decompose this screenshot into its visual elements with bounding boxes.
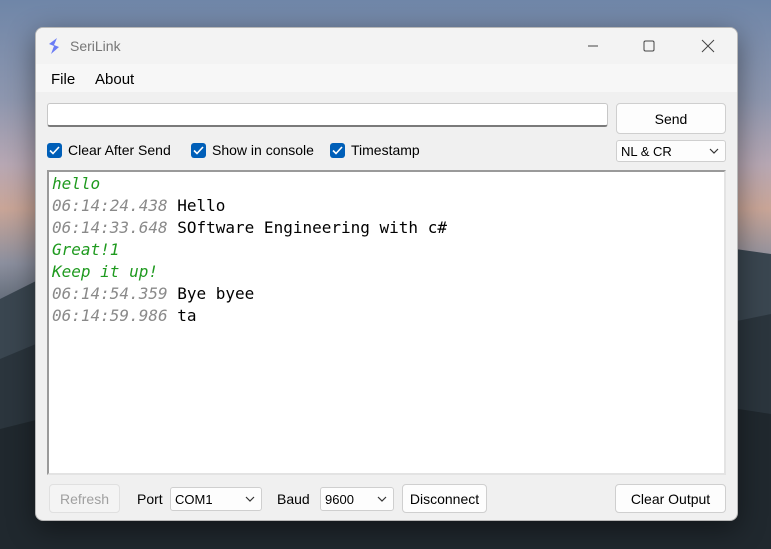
disconnect-button[interactable]: Disconnect (402, 484, 487, 513)
chevron-down-icon (709, 148, 719, 154)
maximize-button[interactable] (626, 28, 672, 64)
baud-select[interactable]: 9600 (320, 487, 394, 511)
window-title: SeriLink (70, 38, 121, 54)
clear-output-button[interactable]: Clear Output (615, 484, 726, 513)
line-ending-value: NL & CR (621, 143, 672, 159)
port-value: COM1 (175, 491, 213, 507)
console-line: 06:14:24.438 Hello (52, 196, 226, 215)
maximize-icon (643, 40, 655, 52)
console-line: 06:14:33.648 SOftware Engineering with c… (52, 218, 447, 237)
chevron-down-icon (245, 496, 255, 502)
checkmark-icon (191, 142, 206, 158)
console-line: 06:14:59.986 ta (52, 306, 197, 325)
close-button[interactable] (685, 28, 731, 64)
console-line: hello (52, 174, 101, 193)
send-input[interactable] (47, 103, 608, 127)
send-button[interactable]: Send (616, 103, 726, 134)
console-output[interactable]: hello 06:14:24.438 Hello 06:14:33.648 SO… (47, 170, 726, 475)
port-select[interactable]: COM1 (170, 487, 262, 511)
console-line: Great!1 (52, 240, 120, 259)
title-bar: SeriLink (36, 28, 737, 64)
console-line: 06:14:54.359 Bye byee (52, 284, 255, 303)
menu-bar: File About (36, 64, 737, 92)
menu-about[interactable]: About (95, 71, 134, 88)
baud-label: Baud (277, 491, 310, 507)
checkmark-icon (47, 142, 62, 158)
port-label: Port (137, 491, 163, 507)
minimize-button[interactable] (570, 28, 616, 64)
chevron-down-icon (377, 496, 387, 502)
timestamp-checkbox[interactable]: Timestamp (330, 142, 420, 158)
baud-value: 9600 (325, 491, 354, 507)
serilink-logo-icon (49, 38, 59, 54)
show-in-console-label: Show in console (212, 142, 314, 158)
timestamp-label: Timestamp (351, 142, 420, 158)
minimize-icon (588, 45, 598, 47)
clear-after-send-checkbox[interactable]: Clear After Send (47, 142, 171, 158)
line-ending-select[interactable]: NL & CR (616, 140, 726, 162)
checkmark-icon (330, 142, 345, 158)
menu-file[interactable]: File (51, 71, 75, 88)
close-icon (701, 39, 715, 53)
app-window: SeriLink File About Send Clear After Sen… (35, 27, 738, 521)
console-line: Keep it up! (52, 262, 158, 281)
refresh-button[interactable]: Refresh (49, 484, 120, 513)
clear-after-send-label: Clear After Send (68, 142, 171, 158)
show-in-console-checkbox[interactable]: Show in console (191, 142, 314, 158)
